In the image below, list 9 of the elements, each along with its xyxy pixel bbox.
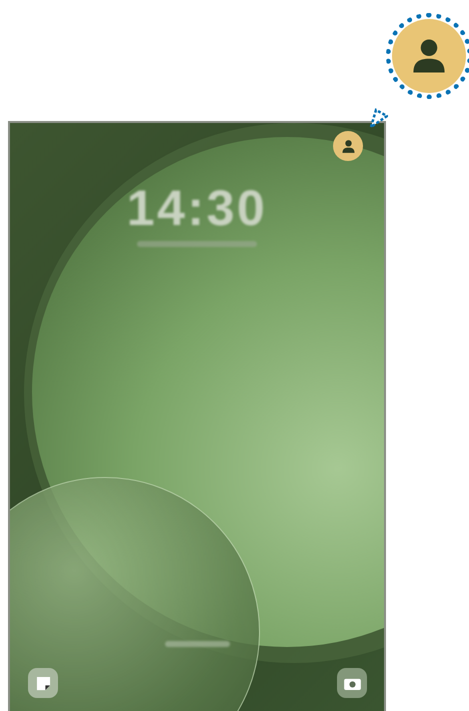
clock-time: 14:30 bbox=[126, 183, 268, 233]
camera-icon bbox=[344, 676, 360, 690]
callout-pointer bbox=[368, 108, 388, 128]
note-shortcut[interactable] bbox=[28, 668, 58, 698]
camera-shortcut[interactable] bbox=[337, 668, 367, 698]
blurred-hint-bar bbox=[165, 641, 230, 647]
person-icon bbox=[340, 138, 356, 154]
note-icon bbox=[36, 676, 50, 690]
profile-button[interactable] bbox=[333, 131, 363, 161]
